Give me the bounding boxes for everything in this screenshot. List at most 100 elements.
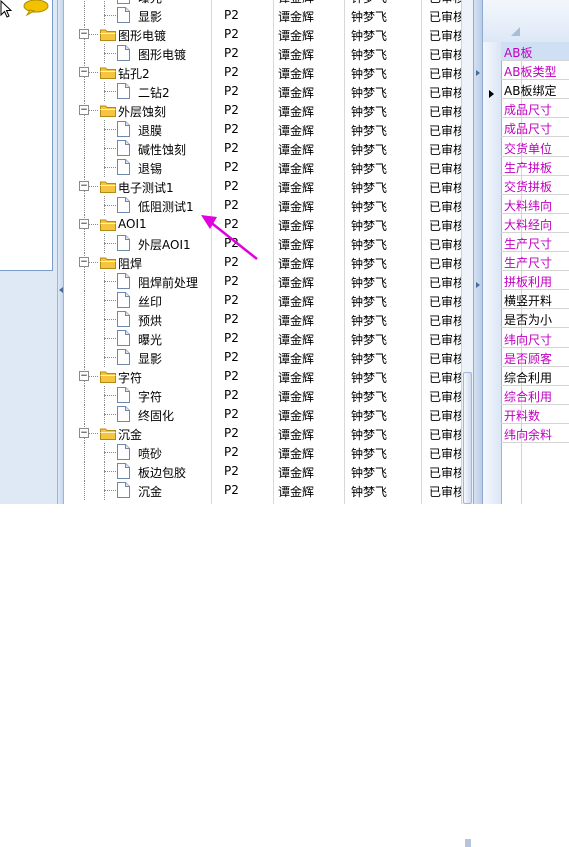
- collapse-toggle[interactable]: −: [79, 428, 89, 438]
- property-row[interactable]: 交货单位: [501, 138, 569, 157]
- tree-group-row[interactable]: − 外层蚀刻 P2 谭金辉 钟梦飞 已审核: [64, 101, 461, 120]
- left-splitter[interactable]: [57, 0, 64, 504]
- version-cell: P2: [224, 445, 239, 459]
- tree-group-row[interactable]: − 电子测试1 P2 谭金辉 钟梦飞 已审核: [64, 177, 461, 196]
- tree-group-row[interactable]: − 钻孔2 P2 谭金辉 钟梦飞 已审核: [64, 63, 461, 82]
- property-row[interactable]: 纬向尺寸: [501, 329, 569, 348]
- document-icon: [117, 0, 130, 4]
- status-cell: 已审核: [429, 447, 461, 461]
- property-row[interactable]: 综合利用: [501, 386, 569, 405]
- creator-cell: 谭金辉: [278, 352, 315, 366]
- version-cell: P2: [224, 388, 239, 402]
- property-row[interactable]: AB板类型: [501, 61, 569, 81]
- status-cell: 已审核: [429, 333, 461, 347]
- tree-group-row[interactable]: − 沉金 P2 谭金辉 钟梦飞 已审核: [64, 424, 461, 443]
- creator-cell: 谭金辉: [278, 124, 315, 138]
- property-row[interactable]: 生产尺寸: [501, 252, 569, 272]
- version-cell: P2: [224, 350, 239, 364]
- version-cell: P2: [224, 293, 239, 307]
- property-row[interactable]: 成品尺寸: [501, 99, 569, 119]
- reviewer-cell: 钟梦飞: [351, 162, 388, 176]
- document-icon: [117, 311, 130, 327]
- reviewer-cell: 钟梦飞: [351, 428, 388, 442]
- property-row[interactable]: 横竖开料: [501, 290, 569, 310]
- document-icon: [117, 273, 130, 289]
- status-cell: 已审核: [429, 181, 461, 195]
- tree-item-row[interactable]: 曝光 P2 谭金辉 钟梦飞 已审核: [64, 329, 461, 348]
- property-row[interactable]: 是否为小: [501, 309, 569, 329]
- chat-bubble-icon[interactable]: [20, 0, 50, 16]
- tree-item-label: 二钻2: [138, 86, 170, 100]
- reviewer-cell: 钟梦飞: [351, 124, 388, 138]
- scrollbar-thumb[interactable]: [463, 372, 472, 847]
- document-icon: [117, 292, 130, 308]
- property-row[interactable]: 纬向余料: [501, 424, 569, 443]
- property-name: 纬向尺寸: [504, 332, 553, 347]
- select-all-corner[interactable]: [511, 27, 520, 36]
- tree-group-row[interactable]: − 图形电镀 P2 谭金辉 钟梦飞 已审核: [64, 25, 461, 44]
- reviewer-cell: 钟梦飞: [351, 485, 388, 499]
- property-row[interactable]: 大料纬向: [501, 195, 569, 214]
- property-row[interactable]: AB板绑定: [501, 80, 569, 100]
- property-row[interactable]: AB板: [501, 42, 569, 61]
- collapse-toggle[interactable]: −: [79, 105, 89, 115]
- property-grid[interactable]: AB板 AB板类型 AB板绑定 成品尺寸 成品尺寸 交货单位 生产拼板 交货拼板 大料纬向 大料经…: [483, 0, 569, 504]
- collapse-toggle[interactable]: −: [79, 67, 89, 77]
- tree-item-row[interactable]: 喷砂 P2 谭金辉 钟梦飞 已审核: [64, 443, 461, 462]
- tree-item-row[interactable]: 板边包胶 P2 谭金辉 钟梦飞 已审核: [64, 462, 461, 481]
- reviewer-cell: 钟梦飞: [351, 314, 388, 328]
- property-row[interactable]: 交货拼板: [501, 176, 569, 195]
- tree-item-row[interactable]: 二钻2 P2 谭金辉 钟梦飞 已审核: [64, 82, 461, 101]
- collapse-toggle[interactable]: −: [79, 29, 89, 39]
- tree-vertical-scrollbar[interactable]: [461, 0, 473, 847]
- middle-splitter[interactable]: [473, 0, 483, 504]
- creator-cell: 谭金辉: [278, 276, 315, 290]
- tree-item-row[interactable]: 预烘 P2 谭金辉 钟梦飞 已审核: [64, 310, 461, 329]
- creator-cell: 谭金辉: [278, 181, 315, 195]
- status-cell: 已审核: [429, 390, 461, 404]
- property-row[interactable]: 综合利用: [501, 367, 569, 386]
- collapse-toggle[interactable]: −: [79, 181, 89, 191]
- property-row[interactable]: 生产拼板: [501, 157, 569, 176]
- document-icon: [117, 159, 130, 175]
- status-cell: 已审核: [429, 314, 461, 328]
- property-row[interactable]: 拼板利用: [501, 271, 569, 291]
- reviewer-cell: 钟梦飞: [351, 390, 388, 404]
- cursor-icon: [0, 0, 13, 18]
- collapse-toggle[interactable]: −: [79, 257, 89, 267]
- tree-group-row[interactable]: − 字符 P2 谭金辉 钟梦飞 已审核: [64, 367, 461, 386]
- tree-item-row[interactable]: 退膜 P2 谭金辉 钟梦飞 已审核: [64, 120, 461, 139]
- property-row[interactable]: 生产尺寸: [501, 233, 569, 252]
- property-row[interactable]: 开料数: [501, 405, 569, 424]
- tree-item-row[interactable]: 显影 P2 谭金辉 钟梦飞 已审核: [64, 6, 461, 25]
- document-icon: [117, 197, 130, 213]
- document-icon: [117, 482, 130, 498]
- tree-item-label: 预烘: [138, 314, 163, 328]
- tree-item-row[interactable]: 丝印 P2 谭金辉 钟梦飞 已审核: [64, 291, 461, 310]
- status-cell: 已审核: [429, 466, 461, 480]
- tree-item-label: 阻焊前处理: [138, 276, 199, 290]
- creator-cell: 谭金辉: [278, 447, 315, 461]
- tree-item-row[interactable]: 碱性蚀刻 P2 谭金辉 钟梦飞 已审核: [64, 139, 461, 158]
- left-pane-content: [0, 0, 53, 271]
- tree-item-row[interactable]: 显影 P2 谭金辉 钟梦飞 已审核: [64, 348, 461, 367]
- tree-item-label: 丝印: [138, 295, 163, 309]
- reviewer-cell: 钟梦飞: [351, 219, 388, 233]
- tree-item-row[interactable]: 沉金 P2 谭金辉 钟梦飞 已审核: [64, 481, 461, 500]
- collapse-toggle[interactable]: −: [79, 371, 89, 381]
- property-row[interactable]: 成品尺寸: [501, 118, 569, 138]
- tree-item-row[interactable]: 终固化 P2 谭金辉 钟梦飞 已审核: [64, 405, 461, 424]
- property-row[interactable]: 是否顾客: [501, 348, 569, 367]
- tree-group-label: 电子测试1: [118, 181, 174, 195]
- creator-cell: 谭金辉: [278, 162, 315, 176]
- tree-item-label: 碱性蚀刻: [138, 143, 187, 157]
- tree-item-row[interactable]: 字符 P2 谭金辉 钟梦飞 已审核: [64, 386, 461, 405]
- creator-cell: 谭金辉: [278, 466, 315, 480]
- version-cell: P2: [224, 46, 239, 60]
- collapse-toggle[interactable]: −: [79, 219, 89, 229]
- tree-item-row[interactable]: 图形电镀 P2 谭金辉 钟梦飞 已审核: [64, 44, 461, 63]
- tree-item-row[interactable]: 阻焊前处理 P2 谭金辉 钟梦飞 已审核: [64, 272, 461, 291]
- tree-item-row[interactable]: 退锡 P2 谭金辉 钟梦飞 已审核: [64, 158, 461, 177]
- property-row[interactable]: 大料经向: [501, 214, 569, 233]
- property-name: 横竖开料: [504, 294, 553, 309]
